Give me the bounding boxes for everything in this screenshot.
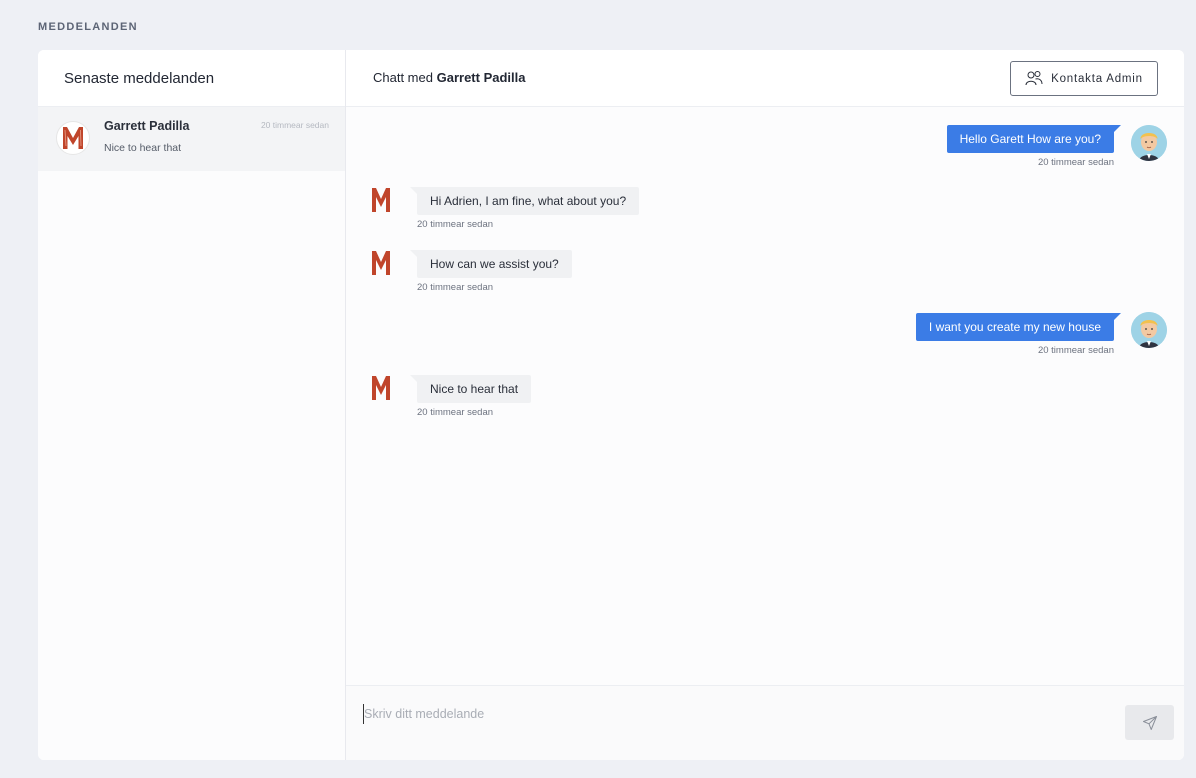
message-outgoing: Hello Garett How are you? 20 timmear sed…	[946, 125, 1122, 168]
sidebar-title: Senaste meddelanden	[64, 69, 215, 87]
chat-title: Chatt med Garrett Padilla	[373, 70, 525, 85]
message-time: 20 timmear sedan	[417, 282, 494, 293]
message-bubble: Hi Adrien, I am fine, what about you?	[409, 187, 640, 215]
user-face-icon	[1131, 312, 1167, 348]
sidebar-header: Senaste meddelanden	[38, 50, 345, 107]
message-bubble: Hello Garett How are you?	[946, 125, 1122, 153]
m-logo-icon	[63, 127, 83, 149]
message-incoming: Nice to hear that 20 timmear sedan	[409, 375, 532, 418]
messages-card: Senaste meddelanden Garrett Padilla Nice…	[38, 50, 1184, 760]
message-time: 20 timmear sedan	[1037, 345, 1114, 356]
contact-avatar	[371, 187, 391, 213]
section-title: MEDDELANDEN	[38, 21, 138, 33]
user-avatar	[1131, 125, 1167, 161]
contact-admin-label: Kontakta Admin	[1051, 72, 1143, 85]
conversation-preview: Nice to hear that	[104, 142, 182, 154]
message-time: 20 timmear sedan	[417, 407, 494, 418]
conversation-time: 20 timmear sedan	[260, 120, 329, 130]
chat-title-name: Garrett Padilla	[436, 70, 526, 85]
message-bubble: I want you create my new house	[915, 313, 1122, 341]
message-bubble: How can we assist you?	[410, 250, 572, 278]
message-time: 20 timmear sedan	[417, 219, 494, 230]
contact-avatar	[371, 250, 391, 276]
chat-title-prefix: Chatt med	[373, 70, 433, 85]
m-logo-avatar	[56, 121, 90, 155]
message-composer	[346, 685, 1184, 760]
send-button[interactable]	[1125, 705, 1174, 740]
contact-avatar	[371, 375, 391, 401]
message-incoming: Hi Adrien, I am fine, what about you? 20…	[409, 187, 640, 230]
user-face-icon	[1131, 125, 1167, 161]
message-incoming: How can we assist you? 20 timmear sedan	[410, 250, 572, 293]
contact-admin-button[interactable]: Kontakta Admin	[1010, 61, 1158, 96]
message-bubble: Nice to hear that	[409, 375, 532, 403]
m-logo-icon	[372, 188, 390, 212]
message-input[interactable]	[363, 704, 1063, 724]
m-logo-icon	[372, 376, 390, 400]
users-icon	[1025, 70, 1043, 85]
message-outgoing: I want you create my new house 20 timmea…	[915, 313, 1122, 356]
message-time: 20 timmear sedan	[1037, 157, 1114, 168]
send-icon	[1142, 715, 1157, 730]
chat-panel: Chatt med Garrett Padilla Kontakta Admin…	[346, 50, 1184, 760]
conversation-item[interactable]: Garrett Padilla Nice to hear that 20 tim…	[38, 107, 345, 171]
message-list: Hello Garett How are you? 20 timmear sed…	[346, 107, 1184, 685]
conversation-name: Garrett Padilla	[104, 119, 190, 133]
conversation-sidebar: Senaste meddelanden Garrett Padilla Nice…	[38, 50, 346, 760]
user-avatar	[1131, 312, 1167, 348]
chat-header: Chatt med Garrett Padilla Kontakta Admin	[346, 50, 1184, 107]
m-logo-icon	[372, 251, 390, 275]
